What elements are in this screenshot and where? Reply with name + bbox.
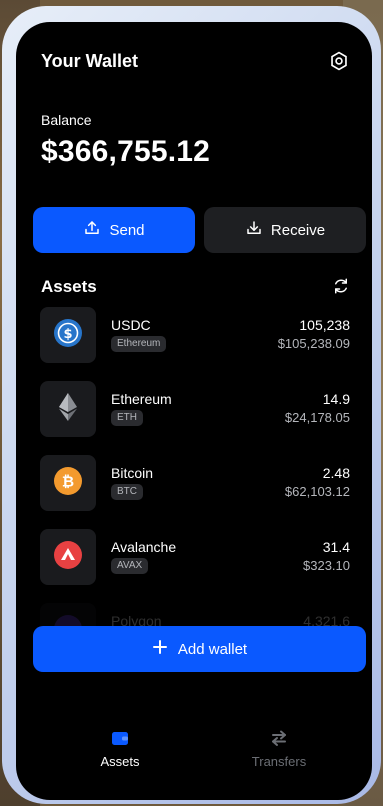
asset-fiat-value: $323.10 [303, 558, 350, 573]
add-wallet-label: Add wallet [177, 640, 248, 658]
bitcoin-icon: ₿ [53, 466, 83, 501]
refresh-icon[interactable] [332, 277, 350, 295]
receive-button[interactable]: Receive [204, 207, 366, 253]
asset-name: USDC [111, 317, 151, 333]
asset-amount: 105,238 [299, 317, 350, 333]
asset-fiat-value: $24,178.05 [284, 410, 350, 425]
ethereum-icon [56, 392, 80, 427]
nav-label-transfers: Transfers [251, 754, 307, 769]
phone-frame: Your Wallet Balance $366,755.12 Send Rec… [2, 6, 381, 804]
asset-row-avalanche[interactable]: Avalanche AVAX 31.4 $323.10 [40, 529, 350, 585]
nav-label-assets: Assets [100, 754, 140, 769]
receive-label: Receive [270, 221, 326, 239]
action-buttons: Send Receive [33, 207, 366, 253]
header: Your Wallet [41, 50, 350, 74]
asset-network-badge: ETH [111, 410, 143, 426]
asset-row-usdc[interactable]: $ USDC Ethereum 105,238 $105,238.09 [40, 307, 350, 363]
send-button[interactable]: Send [33, 207, 195, 253]
assets-header: Assets [41, 277, 350, 297]
asset-name: Avalanche [111, 539, 177, 555]
transfer-icon [269, 728, 289, 748]
asset-name: Ethereum [111, 391, 172, 407]
assets-title: Assets [41, 277, 97, 296]
usdc-icon: $ [53, 318, 83, 353]
page-title: Your Wallet [41, 51, 139, 71]
balance-value: $366,755.12 [41, 135, 211, 168]
asset-icon-tile [40, 381, 96, 437]
wallet-screen: Your Wallet Balance $366,755.12 Send Rec… [16, 22, 372, 800]
upload-icon [83, 219, 101, 241]
nav-item-transfers[interactable]: Transfers [219, 728, 339, 769]
asset-icon-tile: $ [40, 307, 96, 363]
wallet-icon [110, 728, 130, 748]
asset-amount: 14.9 [322, 391, 350, 407]
asset-amount: 31.4 [322, 539, 350, 555]
asset-amount: 2.48 [322, 465, 350, 481]
asset-network-badge: BTC [111, 484, 143, 500]
asset-row-bitcoin[interactable]: ₿ Bitcoin BTC 2.48 $62,103.12 [40, 455, 350, 511]
asset-name: Bitcoin [111, 465, 154, 481]
nav-item-assets[interactable]: Assets [60, 728, 180, 769]
asset-fiat-value: $62,103.12 [284, 484, 350, 499]
avalanche-icon [53, 540, 83, 575]
svg-text:₿: ₿ [62, 472, 74, 490]
plus-icon [152, 639, 168, 659]
send-label: Send [109, 221, 145, 239]
asset-network-badge: AVAX [111, 558, 149, 574]
add-wallet-button[interactable]: Add wallet [33, 626, 366, 672]
asset-network-badge: Ethereum [111, 336, 167, 352]
balance-label: Balance [41, 112, 92, 128]
asset-fiat-value: $105,238.09 [277, 336, 350, 351]
asset-row-ethereum[interactable]: Ethereum ETH 14.9 $24,178.05 [40, 381, 350, 437]
download-icon [245, 219, 263, 241]
asset-icon-tile [40, 529, 96, 585]
gear-icon[interactable] [328, 50, 350, 72]
svg-text:$: $ [63, 327, 72, 342]
asset-icon-tile: ₿ [40, 455, 96, 511]
bottom-nav: Assets Transfers [16, 728, 372, 800]
